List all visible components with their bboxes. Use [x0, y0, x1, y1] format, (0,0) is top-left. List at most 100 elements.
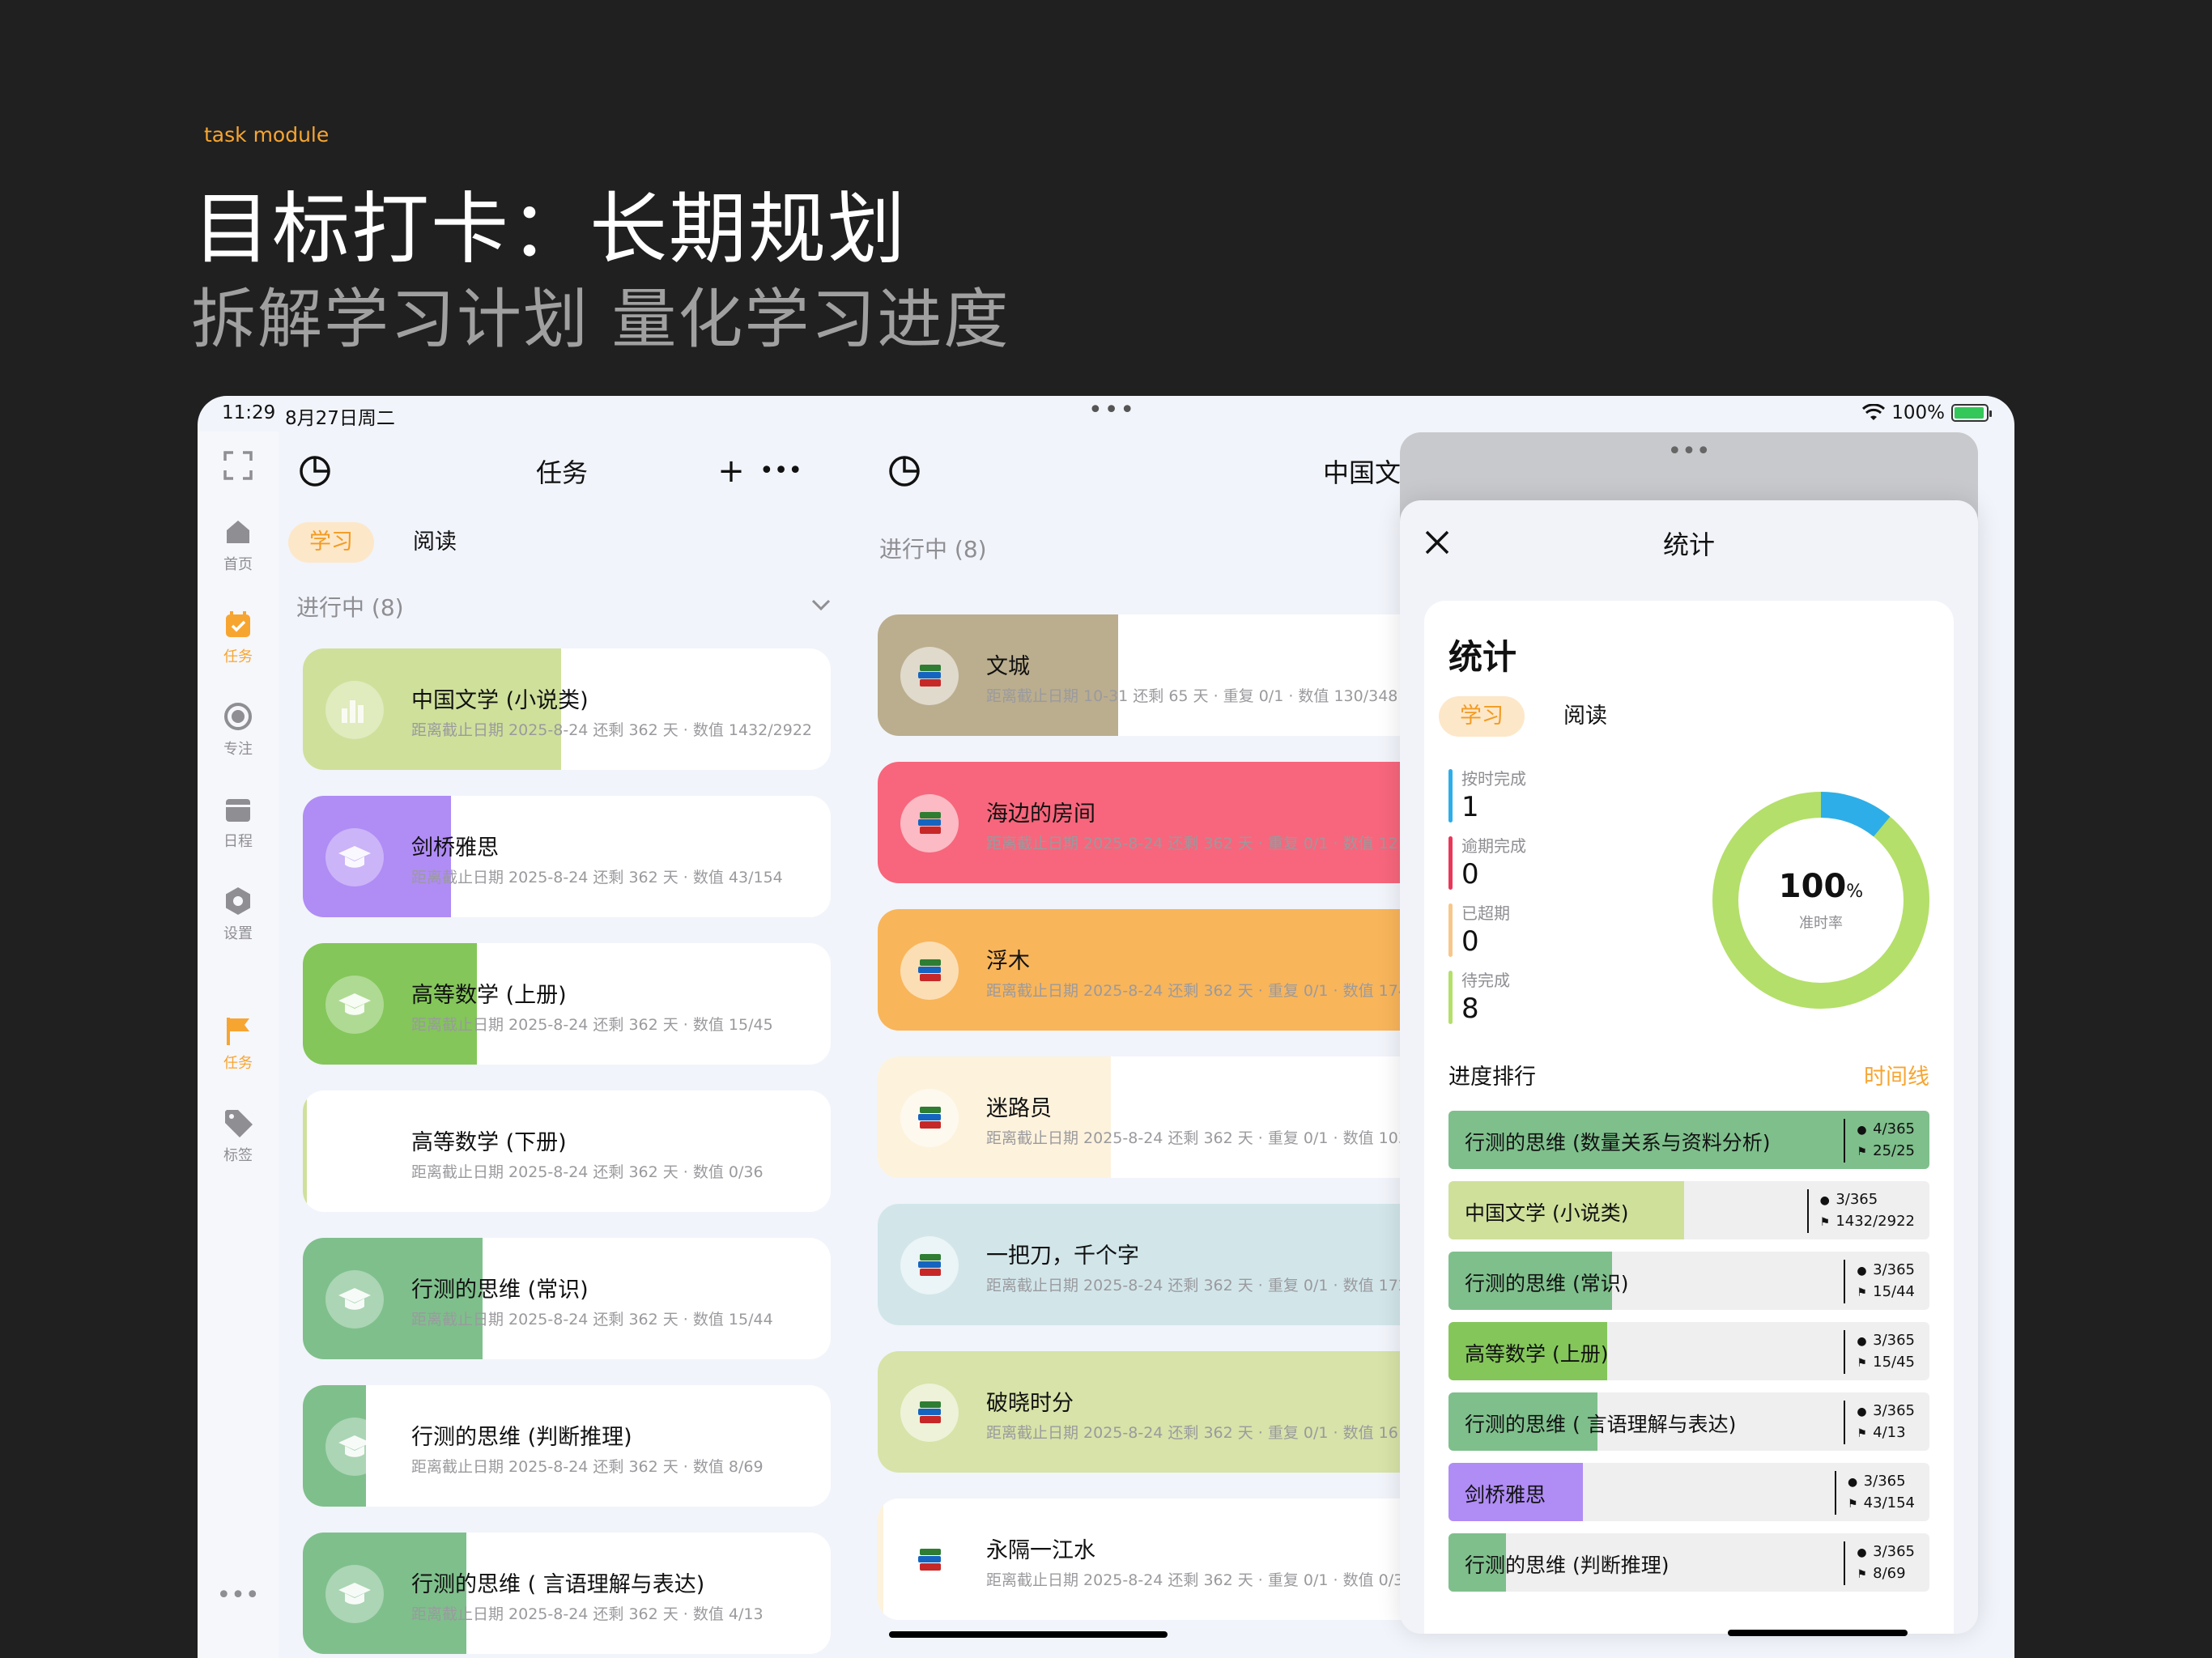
- ontime-rate-unit: %: [1846, 882, 1864, 902]
- rail-item-tag[interactable]: 标签: [198, 1107, 279, 1165]
- rail-item-task[interactable]: 任务: [198, 608, 279, 666]
- book-name: 海边的房间: [986, 801, 1095, 827]
- rank-name: 高等数学 (上册): [1465, 1342, 1609, 1366]
- sheet-dots-icon[interactable]: •••: [1400, 437, 1978, 466]
- rank-row[interactable]: 中国文学 (小说类) ● 3/365 ⚑ 1432/2922: [1448, 1181, 1929, 1239]
- chevron-down-icon[interactable]: [810, 593, 832, 616]
- pie-chart-icon[interactable]: [886, 453, 923, 490]
- tab-study[interactable]: 学习: [1439, 696, 1525, 737]
- book-icon-badge: [900, 1531, 959, 1589]
- rank-row[interactable]: 行测的思维 (数量关系与资料分析) ● 4/365 ⚑ 25/25: [1448, 1111, 1929, 1169]
- section-in-progress: 进行中 (8): [879, 536, 987, 563]
- rail-item-flag-task[interactable]: 任务: [198, 1014, 279, 1073]
- task-icon-badge: [325, 1565, 384, 1623]
- rail-fullscreen[interactable]: [198, 449, 279, 487]
- rank-row[interactable]: 行测的思维 ( 言语理解与表达) ● 3/365 ⚑ 4/13: [1448, 1392, 1929, 1451]
- graduation-cap-icon: [338, 846, 371, 868]
- graduation-cap-icon: [338, 993, 371, 1015]
- task-row[interactable]: 剑桥雅思距离截止日期 2025-8-24 还剩 362 天 · 数值 43/15…: [303, 796, 831, 917]
- kpi-color-bar: [1448, 836, 1453, 890]
- stats-card: 统计 学习 阅读 按时完成 1 逾期完成 0 已超期 0 待完成 8 100% 准时率 进度排…: [1424, 601, 1954, 1634]
- task-row[interactable]: 中国文学 (小说类) 距离截止日期 2025-8-24 还剩 362 天 · 数值…: [303, 648, 831, 770]
- status-date: 8月27日周二: [285, 408, 395, 429]
- task-meta: 距离截止日期 2025-8-24 还剩 362 天 · 数值 43/154: [411, 869, 783, 886]
- rail-label: 标签: [223, 1147, 253, 1164]
- book-list-title: 中国文: [1323, 457, 1402, 488]
- graduation-cap-icon: [338, 1435, 371, 1457]
- rail-label: 日程: [223, 833, 253, 850]
- multitask-dots-icon[interactable]: •••: [1088, 396, 1136, 424]
- rail-label: 专注: [223, 741, 253, 758]
- rank-row[interactable]: 行测的思维 (常识) ● 3/365 ⚑ 15/44: [1448, 1252, 1929, 1310]
- timeline-link[interactable]: 时间线: [1864, 1059, 1929, 1090]
- task-icon-badge: [325, 1123, 384, 1181]
- task-name: 中国文学 (小说类): [411, 688, 589, 713]
- tab-study[interactable]: 学习: [288, 522, 374, 563]
- task-meta: 距离截止日期 2025-8-24 还剩 362 天 · 数值 15/45: [411, 1016, 773, 1034]
- rank-days: 3/365: [1836, 1191, 1878, 1208]
- rank-row[interactable]: 行测的思维 (判断推理) ● 3/365 ⚑ 8/69: [1448, 1533, 1929, 1592]
- rail-label: 首页: [223, 556, 253, 573]
- books-icon: [918, 1401, 941, 1423]
- rank-name: 行测的思维 (常识): [1465, 1272, 1629, 1295]
- task-meta: 距离截止日期 2025-8-24 还剩 362 天 · 数值 0/36: [411, 1163, 764, 1181]
- book-meta: 距离截止日期 2025-8-24 还剩 362 天 · 重复 0/1 · 数值 …: [986, 1129, 1423, 1147]
- book-icon-badge: [900, 794, 959, 852]
- task-icon-badge: [325, 828, 384, 886]
- task-calendar-icon: [226, 611, 250, 637]
- kpi-value: 0: [1461, 925, 1479, 958]
- books-icon: [918, 1549, 941, 1571]
- rail-more-icon[interactable]: •••: [198, 1581, 279, 1609]
- rail-label: 任务: [223, 648, 253, 665]
- clock-icon: ●: [1857, 1124, 1867, 1137]
- books-icon: [918, 959, 941, 981]
- rank-name: 行测的思维 ( 言语理解与表达): [1465, 1413, 1737, 1436]
- task-meta: 距离截止日期 2025-8-24 还剩 362 天 · 数值 1432/2922: [411, 721, 813, 739]
- task-row[interactable]: 高等数学 (下册) 距离截止日期 2025-8-24 还剩 362 天 · 数值 …: [303, 1090, 831, 1212]
- flag-icon: [227, 1018, 249, 1045]
- task-row[interactable]: 行测的思维 ( 言语理解与表达) 距离截止日期 2025-8-24 还剩 362 …: [303, 1533, 831, 1654]
- rank-row[interactable]: 高等数学 (上册) ● 3/365 ⚑ 15/45: [1448, 1322, 1929, 1380]
- book-meta: 距离截止日期 2025-8-24 还剩 362 天 · 重复 0/1 · 数值 …: [986, 835, 1423, 852]
- tab-reading[interactable]: 阅读: [1542, 696, 1628, 737]
- schedule-icon: [226, 799, 250, 822]
- book-icon-badge: [900, 942, 959, 1000]
- add-icon[interactable]: +: [713, 453, 750, 490]
- rank-days: 3/365: [1873, 1261, 1915, 1278]
- book-meta: 距离截止日期 2025-8-24 还剩 362 天 · 重复 0/1 · 数值 …: [986, 1424, 1423, 1442]
- rank-name: 行测的思维 (判断推理): [1465, 1554, 1670, 1577]
- task-icon-badge: [325, 1270, 384, 1329]
- rank-value: 1432/2922: [1836, 1213, 1915, 1230]
- book-meta: 距离截止日期 2025-8-24 还剩 362 天 · 重复 0/1 · 数值 …: [986, 1277, 1423, 1295]
- kpi-label: 逾期完成: [1461, 836, 1526, 856]
- rank-numbers: ● 3/365 ⚑ 15/44: [1844, 1260, 1915, 1303]
- settings-icon: [226, 887, 250, 915]
- task-row[interactable]: 行测的思维 (判断推理) 距离截止日期 2025-8-24 还剩 362 天 · …: [303, 1385, 831, 1507]
- book-name: 文城: [986, 654, 1030, 679]
- book-name: 永隔一江水: [986, 1538, 1095, 1563]
- promo-tag: task module: [204, 123, 330, 147]
- task-row[interactable]: 行测的思维 (常识) 距离截止日期 2025-8-24 还剩 362 天 · 数值…: [303, 1238, 831, 1359]
- sidebar-rail: 首页 任务 专注 日程 设置 任务 标签 •••: [198, 432, 279, 1658]
- rail-item-schedule[interactable]: 日程: [198, 793, 279, 851]
- task-name: 行测的思维 (判断推理): [411, 1425, 632, 1450]
- rank-numbers: ● 3/365 ⚑ 43/154: [1834, 1471, 1915, 1515]
- book-icon-badge: [900, 1384, 959, 1442]
- ipad-screen: 11:29 8月27日周二 ••• 100% 首页 任务 专注 日程 设置 任务…: [198, 396, 2014, 1658]
- more-icon[interactable]: •••: [759, 453, 802, 490]
- task-name: 剑桥雅思: [411, 835, 499, 861]
- tag-icon: [225, 1110, 253, 1137]
- rail-item-settings[interactable]: 设置: [198, 885, 279, 943]
- ontime-rate-label: 准时率: [1799, 915, 1843, 932]
- rank-row[interactable]: 剑桥雅思 ● 3/365 ⚑ 43/154: [1448, 1463, 1929, 1521]
- book-progress-fill: [878, 1499, 884, 1620]
- status-bar: 11:29 8月27日周二 ••• 100%: [198, 396, 2014, 432]
- books-icon: [918, 1254, 941, 1276]
- task-progress-fill: [303, 1090, 308, 1212]
- rank-value: 25/25: [1873, 1142, 1915, 1159]
- tab-reading[interactable]: 阅读: [392, 522, 478, 563]
- rail-item-focus[interactable]: 专注: [198, 700, 279, 759]
- promo-subtitle: 拆解学习计划 量化学习进度: [191, 282, 1010, 357]
- rail-item-home[interactable]: 首页: [198, 516, 279, 574]
- task-row[interactable]: 高等数学 (上册) 距离截止日期 2025-8-24 还剩 362 天 · 数值 …: [303, 943, 831, 1065]
